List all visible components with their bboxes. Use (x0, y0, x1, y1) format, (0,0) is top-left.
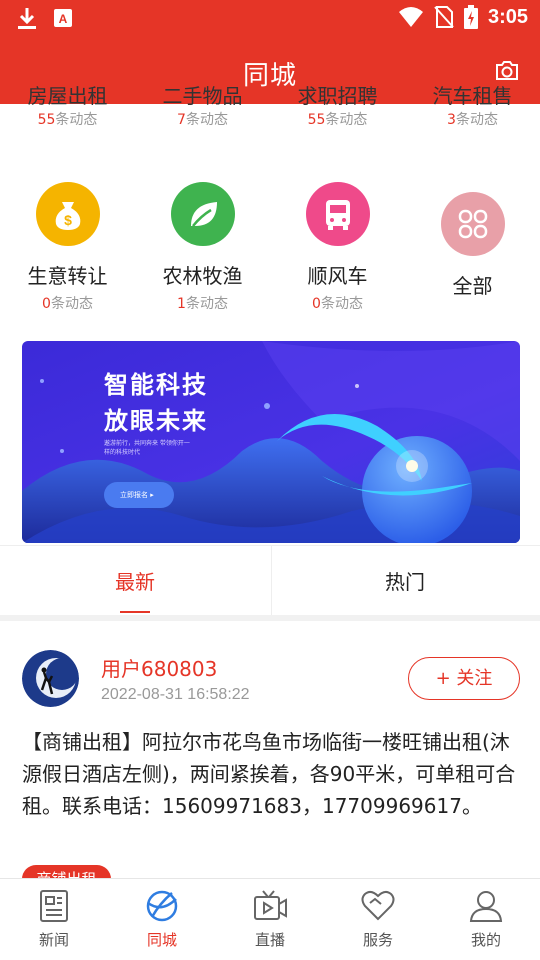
category-jobs[interactable]: 求职招聘 55条动态 (270, 80, 405, 140)
category-row-2: $ 生意转让 0条动态 农林牧渔 1条动态 顺风车 0条动态 全部 (0, 182, 540, 313)
profile-icon (469, 891, 503, 922)
category-count: 1条动态 (177, 296, 228, 312)
wifi-icon (398, 7, 423, 27)
no-sim-icon (434, 6, 454, 28)
category-label: 房屋出租 (27, 84, 108, 108)
banner-headline: 智能科技 (104, 371, 208, 399)
feed-tabs: 最新 热门 (0, 545, 540, 616)
banner-signup-button[interactable]: 立即报名 ▸ (104, 482, 174, 508)
nav-label: 直播 (254, 931, 285, 949)
heart-service-icon (361, 890, 395, 921)
post-timestamp: 2022-08-31 16:58:22 (101, 686, 250, 703)
clock: 3:05 (487, 5, 528, 28)
nav-news[interactable]: 新闻 (0, 879, 108, 960)
category-all[interactable]: 全部 (405, 182, 540, 313)
nav-service[interactable]: 服务 (324, 879, 432, 960)
category-label: 求职招聘 (297, 84, 378, 108)
category-label: 全部 (452, 274, 493, 298)
nav-live[interactable]: 直播 (216, 879, 324, 960)
promo-banner[interactable]: 智能科技 放眼未来 遨游前行，共同奔来 带领你开一样的科技时代 立即报名 ▸ (22, 341, 520, 543)
app-notification-icon: A (54, 9, 72, 27)
category-count: 7条动态 (177, 112, 228, 128)
category-label: 顺风车 (307, 264, 368, 288)
category-count: 0条动态 (312, 296, 363, 312)
category-count: 0条动态 (42, 296, 93, 312)
city-icon (146, 890, 178, 922)
news-icon (40, 890, 68, 922)
money-bag-icon: $ (35, 182, 100, 246)
nav-label: 同城 (146, 931, 177, 949)
bus-icon (305, 182, 370, 246)
avatar[interactable] (22, 650, 79, 707)
nav-label: 服务 (362, 931, 393, 949)
tab-latest[interactable]: 最新 (0, 546, 270, 615)
download-icon (18, 8, 36, 29)
category-house-rent[interactable]: 房屋出租 55条动态 (0, 80, 135, 140)
tab-hot[interactable]: 热门 (270, 546, 540, 615)
svg-text:$: $ (64, 212, 72, 228)
category-label: 二手物品 (162, 84, 243, 108)
category-count: 55条动态 (307, 112, 368, 128)
category-count: 3条动态 (447, 112, 498, 128)
post-content[interactable]: 【商铺出租】阿拉尔市花鸟鱼市场临街一楼旺铺出租(沐源假日酒店左侧)，两间紧挨着，… (22, 726, 522, 822)
post-username[interactable]: 用户680803 (101, 653, 217, 682)
category-label: 生意转让 (27, 264, 108, 288)
nav-label: 我的 (470, 931, 501, 949)
nav-profile[interactable]: 我的 (432, 879, 540, 960)
leaf-icon (170, 182, 235, 246)
category-row-1: 房屋出租 55条动态 二手物品 7条动态 求职招聘 55条动态 汽车租售 3条动… (0, 80, 540, 140)
status-bar: A 3:05 (0, 0, 540, 38)
nav-city[interactable]: 同城 (108, 879, 216, 960)
bottom-navigation: 新闻 同城 直播 服务 我的 (0, 878, 540, 960)
nav-label: 新闻 (38, 931, 69, 949)
category-second-hand[interactable]: 二手物品 7条动态 (135, 80, 270, 140)
category-label: 汽车租售 (432, 84, 513, 108)
section-divider (0, 615, 540, 621)
battery-icon (463, 5, 478, 29)
category-business-transfer[interactable]: $ 生意转让 0条动态 (0, 182, 135, 313)
category-agriculture[interactable]: 农林牧渔 1条动态 (135, 182, 270, 313)
follow-button[interactable]: + 关注 (408, 657, 520, 700)
category-carpool[interactable]: 顺风车 0条动态 (270, 182, 405, 313)
tab-divider (271, 546, 272, 616)
banner-background (22, 341, 520, 543)
svg-text:A: A (59, 12, 68, 26)
clover-icon (440, 192, 505, 256)
banner-small-text: 遨游前行，共同奔来 带领你开一样的科技时代 (104, 440, 190, 456)
category-label: 农林牧渔 (162, 264, 243, 288)
live-tv-icon (254, 890, 287, 920)
category-cars[interactable]: 汽车租售 3条动态 (405, 80, 540, 140)
category-count: 55条动态 (37, 112, 98, 128)
banner-subheadline: 放眼未来 (104, 407, 208, 435)
